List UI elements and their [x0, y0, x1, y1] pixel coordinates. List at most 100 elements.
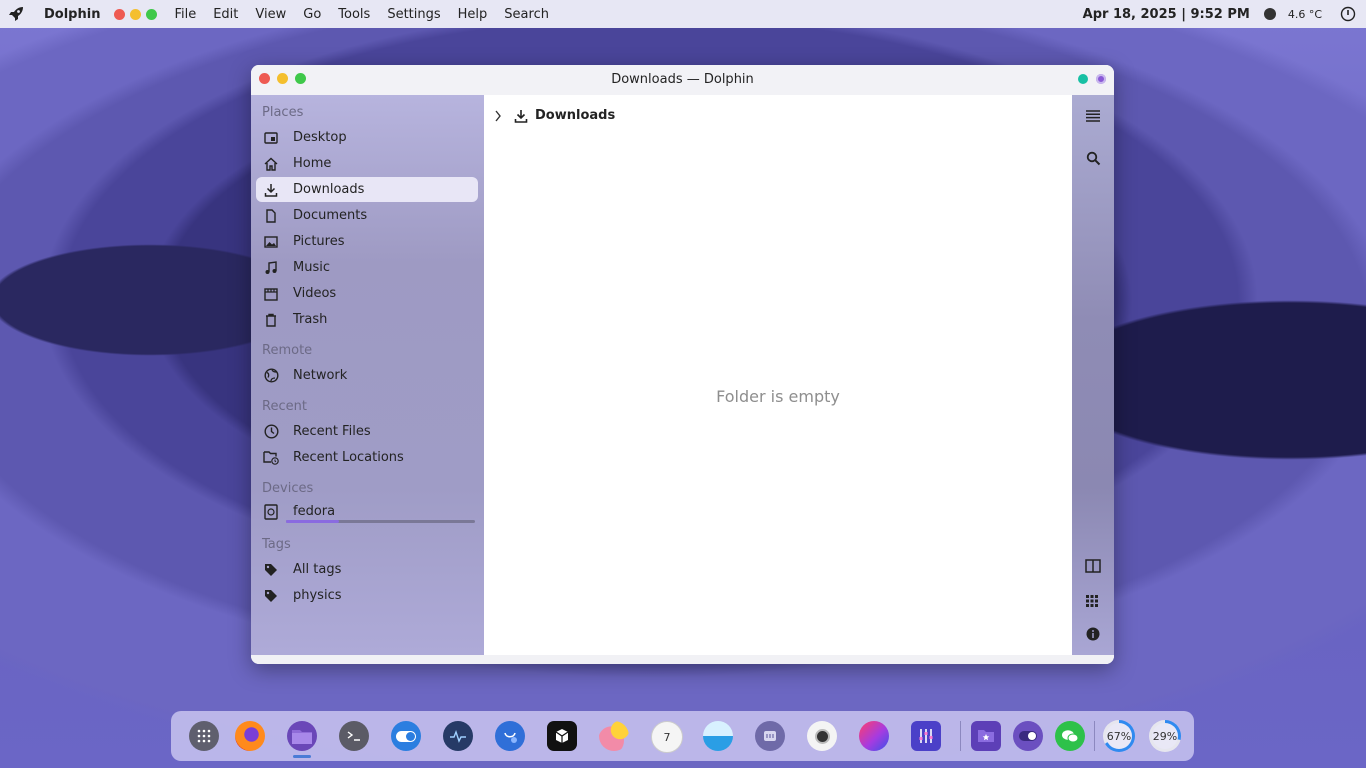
sidebar-item-label: Home — [293, 156, 332, 171]
terminal-icon[interactable] — [339, 721, 369, 751]
color-app-icon[interactable] — [859, 721, 889, 751]
cpu-usage-widget[interactable]: 67% — [1103, 720, 1135, 752]
sidebar-item-physics[interactable]: physics — [256, 583, 478, 608]
icon-grid-view-icon[interactable] — [1083, 591, 1103, 611]
chevron-right-icon[interactable] — [494, 110, 502, 122]
sidebar-item-label: fedora — [293, 504, 336, 519]
split-view-icon[interactable] — [1083, 556, 1103, 576]
sidebar-item-label: Downloads — [293, 182, 365, 197]
status-area: Apr 18, 2025 | 9:52 PM 4.6 °C — [1083, 0, 1366, 28]
sidebar-item-desktop[interactable]: Desktop — [256, 125, 478, 150]
music-icon — [263, 260, 279, 276]
sidebar-item-label: Recent Locations — [293, 450, 404, 465]
sidebar-item-label: Videos — [293, 286, 337, 301]
window-controls — [114, 8, 158, 20]
dolphin-window: Downloads — Dolphin Places Desktop Home … — [251, 65, 1114, 664]
devices-header: Devices — [262, 481, 314, 496]
hamburger-menu-icon[interactable] — [1083, 106, 1103, 126]
disk-usage-fill — [286, 520, 339, 523]
system-monitor-icon[interactable] — [443, 721, 473, 751]
breadcrumb: Downloads — [494, 108, 615, 123]
toggle-settings-icon[interactable] — [391, 721, 421, 751]
sidebar-item-trash[interactable]: Trash — [256, 307, 478, 332]
menu-edit[interactable]: Edit — [204, 7, 246, 22]
menu-help[interactable]: Help — [449, 7, 496, 22]
active-app-name: Dolphin — [44, 6, 101, 22]
mail-icon[interactable] — [703, 721, 733, 751]
sidebar-item-all-tags[interactable]: All tags — [256, 557, 478, 582]
remote-header: Remote — [262, 343, 313, 358]
sidebar-item-pictures[interactable]: Pictures — [256, 229, 478, 254]
sidebar-item-home[interactable]: Home — [256, 151, 478, 176]
temperature[interactable]: 4.6 °C — [1288, 8, 1322, 21]
maximize-button[interactable] — [146, 8, 158, 20]
folder-clock-icon — [263, 450, 279, 466]
menu-tools[interactable]: Tools — [329, 7, 378, 22]
dock: 7 67% 29% — [171, 711, 1194, 761]
camera-app-icon[interactable] — [807, 721, 837, 751]
window-extra-controls — [1078, 74, 1106, 84]
power-icon[interactable] — [1340, 6, 1356, 22]
weather-moon-icon[interactable] — [1263, 8, 1276, 20]
dock-separator — [1094, 721, 1095, 751]
cpu-usage-label: 67% — [1106, 729, 1132, 743]
status-strip — [251, 655, 1114, 664]
sidebar-item-documents[interactable]: Documents — [256, 203, 478, 228]
wechat-icon[interactable] — [1055, 721, 1085, 751]
picture-icon — [263, 234, 279, 250]
clock[interactable]: Apr 18, 2025 | 9:52 PM — [1083, 7, 1250, 22]
weather-app-icon[interactable] — [599, 721, 629, 751]
rocket-launcher-icon[interactable] — [8, 5, 26, 23]
document-icon — [263, 208, 279, 224]
empty-folder-message: Folder is empty — [716, 387, 840, 406]
sidebar-item-label: Trash — [293, 312, 328, 327]
equalizer-icon[interactable] — [911, 721, 941, 751]
app-menu: File Edit View Go Tools Settings Help Se… — [165, 7, 557, 22]
tags-header: Tags — [262, 537, 291, 552]
top-menu-bar: Dolphin File Edit View Go Tools Settings… — [0, 0, 1366, 28]
disk-usage-bar — [286, 520, 475, 523]
sidebar-item-network[interactable]: Network — [256, 363, 478, 388]
calendar-icon[interactable]: 7 — [651, 721, 683, 753]
minimize-button[interactable] — [130, 8, 142, 20]
menu-view[interactable]: View — [246, 7, 294, 22]
sidebar-item-label: Recent Files — [293, 424, 371, 439]
sidebar-item-label: Music — [293, 260, 330, 275]
file-view[interactable]: Downloads Folder is empty — [484, 95, 1072, 655]
toggle-app-icon[interactable] — [1013, 721, 1043, 751]
window-menu-button[interactable] — [1096, 74, 1106, 84]
sidebar-item-music[interactable]: Music — [256, 255, 478, 280]
box-app-icon[interactable] — [547, 721, 577, 751]
firefox-icon[interactable] — [235, 721, 265, 751]
sidebar-item-downloads[interactable]: Downloads — [256, 177, 478, 202]
keep-above-button[interactable] — [1078, 74, 1088, 84]
app-grid-icon[interactable] — [189, 721, 219, 751]
sidebar-item-label: physics — [293, 588, 342, 603]
home-icon — [263, 156, 279, 172]
sidebar-item-label: Documents — [293, 208, 368, 223]
close-button[interactable] — [114, 8, 126, 20]
download-icon — [514, 109, 528, 123]
breadcrumb-downloads[interactable]: Downloads — [535, 108, 615, 123]
memory-usage-widget[interactable]: 29% — [1149, 720, 1181, 752]
window-titlebar[interactable]: Downloads — Dolphin — [251, 65, 1114, 95]
keyboard-app-icon[interactable] — [755, 721, 785, 751]
sidebar-item-label: Desktop — [293, 130, 347, 145]
tag-icon — [263, 588, 279, 604]
menu-settings[interactable]: Settings — [378, 7, 448, 22]
dolphin-icon[interactable] — [287, 721, 317, 751]
tag-icon — [263, 562, 279, 578]
sidebar-item-videos[interactable]: Videos — [256, 281, 478, 306]
sidebar-item-recent-locations[interactable]: Recent Locations — [256, 445, 478, 470]
sidebar-item-recent-files[interactable]: Recent Files — [256, 419, 478, 444]
menu-go[interactable]: Go — [294, 7, 329, 22]
menu-file[interactable]: File — [165, 7, 204, 22]
window-title: Downloads — Dolphin — [611, 72, 754, 87]
sidebar-item-label: All tags — [293, 562, 342, 577]
menu-search[interactable]: Search — [495, 7, 557, 22]
memory-usage-label: 29% — [1152, 729, 1178, 743]
discover-store-icon[interactable] — [495, 721, 525, 751]
info-icon[interactable] — [1083, 624, 1103, 644]
favorites-folder-icon[interactable] — [971, 721, 1001, 751]
search-icon[interactable] — [1083, 148, 1103, 168]
